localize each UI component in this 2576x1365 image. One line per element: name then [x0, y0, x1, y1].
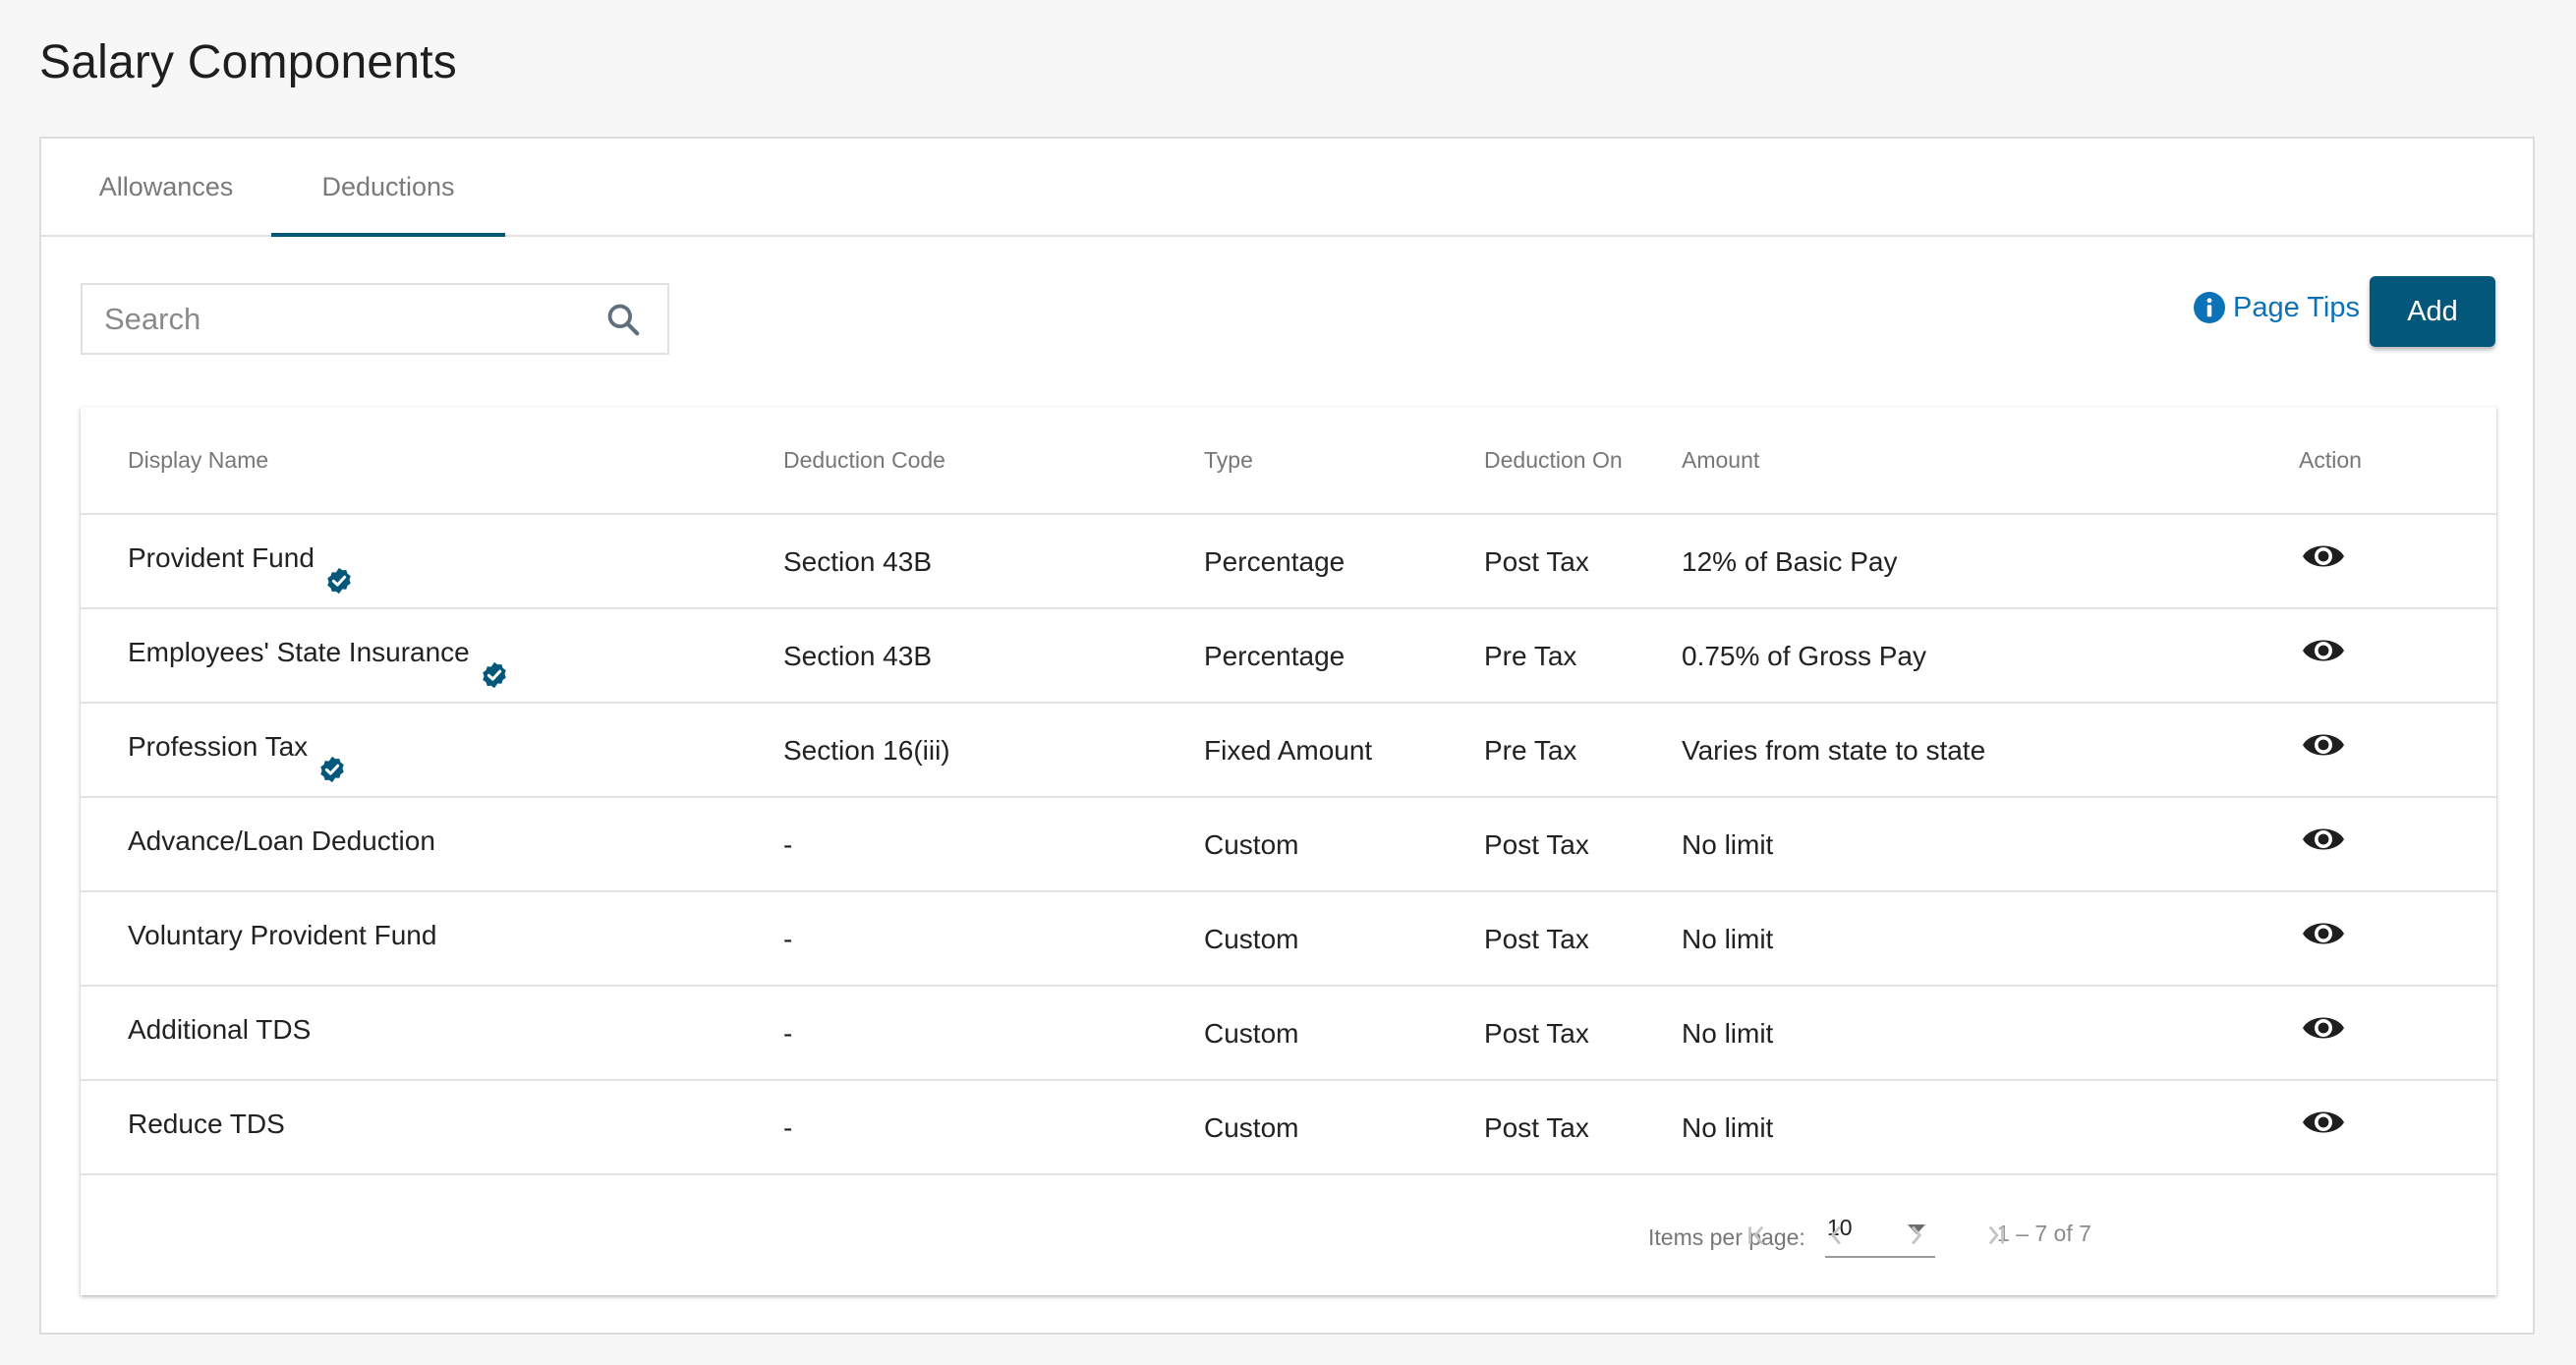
cell-deduction-code: Section 16(iii)	[783, 735, 950, 766]
cell-type: Custom	[1204, 924, 1299, 954]
table-row: Advance/Loan Deduction - Custom Post Tax No …	[81, 798, 2496, 892]
previous-page-button[interactable]	[1820, 1219, 1854, 1252]
table-row: Employees' State Insurance Section 43B Per…	[81, 609, 2496, 704]
cell-type: Custom	[1204, 1112, 1299, 1143]
cell-deduction-on: Post Tax	[1484, 546, 1589, 577]
view-button[interactable]	[2301, 729, 2346, 761]
eye-icon	[2301, 1111, 2346, 1142]
items-per-page-label: Items per page:	[1648, 1224, 1805, 1250]
first-page-button[interactable]	[1742, 1219, 1775, 1252]
eye-icon	[2301, 734, 2346, 765]
search-field	[81, 283, 669, 355]
search-icon[interactable]	[604, 301, 642, 338]
cell-type: Percentage	[1204, 641, 1345, 671]
cell-deduction-code: -	[783, 924, 793, 954]
view-button[interactable]	[2301, 824, 2346, 855]
page-range-label: 1 – 7 of 7	[1997, 1221, 2091, 1246]
display-name-text: Advance/Loan Deduction	[128, 825, 435, 856]
cell-display-name: Reduce TDS	[128, 1081, 285, 1167]
table-row: Profession Tax Section 16(iii) Fixed Amoun…	[81, 704, 2496, 798]
cell-display-name: Advance/Loan Deduction	[128, 798, 435, 884]
verified-badge-icon	[324, 543, 354, 595]
column-header-action: Action	[2299, 447, 2362, 473]
table-row: Provident Fund Section 43B Percentage Post …	[81, 515, 2496, 609]
eye-icon	[2301, 545, 2346, 576]
column-header-amount: Amount	[1682, 447, 1760, 473]
view-button[interactable]	[2301, 1107, 2346, 1138]
cell-deduction-code: -	[783, 829, 793, 860]
verified-badge-icon	[317, 732, 347, 783]
cell-deduction-on: Pre Tax	[1484, 641, 1577, 671]
cell-deduction-code: Section 43B	[783, 641, 932, 671]
cell-deduction-on: Post Tax	[1484, 924, 1589, 954]
table-row: Reduce TDS - Custom Post Tax No limit	[81, 1081, 2496, 1175]
column-header-deduction-on: Deduction On	[1484, 447, 1623, 473]
cell-deduction-on: Post Tax	[1484, 829, 1589, 860]
display-name-text: Profession Tax	[128, 731, 309, 762]
page-title: Salary Components	[39, 36, 457, 88]
last-page-button[interactable]	[1977, 1219, 2011, 1252]
last-page-icon	[1988, 1225, 2004, 1245]
tab-deductions[interactable]: Deductions	[271, 139, 505, 237]
column-header-display-name: Display Name	[128, 447, 269, 473]
display-name-text: Voluntary Provident Fund	[128, 920, 437, 950]
salary-components-card: Allowances Deductions Page Tips Add Disp…	[39, 137, 2535, 1335]
add-button[interactable]: Add	[2370, 276, 2495, 347]
tab-allowances[interactable]: Allowances	[75, 139, 258, 235]
search-input[interactable]	[83, 285, 596, 353]
cell-display-name: Provident Fund	[128, 515, 354, 601]
cell-amount: No limit	[1682, 1112, 1774, 1143]
cell-type: Custom	[1204, 829, 1299, 860]
cell-amount: Varies from state to state	[1682, 735, 1986, 766]
view-button[interactable]	[2301, 540, 2346, 572]
eye-icon	[2301, 1017, 2346, 1048]
column-header-deduction-code: Deduction Code	[783, 447, 945, 473]
cell-deduction-on: Post Tax	[1484, 1018, 1589, 1049]
cell-deduction-code: -	[783, 1112, 793, 1143]
verified-badge-icon	[480, 638, 509, 689]
page-tips-label: Page Tips	[2233, 291, 2360, 323]
cell-display-name: Profession Tax	[128, 704, 347, 790]
table-header: Display Name Deduction Code Type Deducti…	[81, 407, 2496, 515]
cell-type: Percentage	[1204, 546, 1345, 577]
display-name-text: Additional TDS	[128, 1014, 312, 1045]
cell-display-name: Additional TDS	[128, 987, 311, 1073]
chevron-left-icon	[1830, 1225, 1841, 1245]
cell-type: Fixed Amount	[1204, 735, 1373, 766]
display-name-text: Reduce TDS	[128, 1109, 285, 1139]
paginator: Items per page: 10 1 – 7 of 7	[81, 1175, 2496, 1295]
cell-amount: No limit	[1682, 924, 1774, 954]
cell-type: Custom	[1204, 1018, 1299, 1049]
eye-icon	[2301, 828, 2346, 859]
view-button[interactable]	[2301, 918, 2346, 949]
display-name-text: Provident Fund	[128, 542, 315, 573]
cell-deduction-code: -	[783, 1018, 793, 1049]
cell-amount: 0.75% of Gross Pay	[1682, 641, 1927, 671]
deductions-table: Display Name Deduction Code Type Deducti…	[81, 407, 2496, 1295]
cell-deduction-on: Pre Tax	[1484, 735, 1577, 766]
next-page-button[interactable]	[1899, 1219, 1932, 1252]
table-row: Voluntary Provident Fund - Custom Post Tax N…	[81, 892, 2496, 987]
cell-display-name: Employees' State Insurance	[128, 609, 509, 696]
chevron-right-icon	[1912, 1225, 1922, 1245]
eye-icon	[2301, 640, 2346, 670]
column-header-type: Type	[1204, 447, 1253, 473]
page-tips-link[interactable]: Page Tips	[2194, 288, 2360, 327]
first-page-icon	[1748, 1225, 1764, 1245]
table-row: Additional TDS - Custom Post Tax No limit	[81, 987, 2496, 1081]
cell-amount: No limit	[1682, 1018, 1774, 1049]
eye-icon	[2301, 923, 2346, 953]
view-button[interactable]	[2301, 1012, 2346, 1044]
cell-amount: No limit	[1682, 829, 1774, 860]
info-icon	[2194, 292, 2225, 323]
cell-deduction-on: Post Tax	[1484, 1112, 1589, 1143]
tab-bar: Allowances Deductions	[41, 139, 2533, 237]
cell-amount: 12% of Basic Pay	[1682, 546, 1898, 577]
cell-deduction-code: Section 43B	[783, 546, 932, 577]
view-button[interactable]	[2301, 635, 2346, 666]
display-name-text: Employees' State Insurance	[128, 637, 470, 667]
cell-display-name: Voluntary Provident Fund	[128, 892, 436, 979]
